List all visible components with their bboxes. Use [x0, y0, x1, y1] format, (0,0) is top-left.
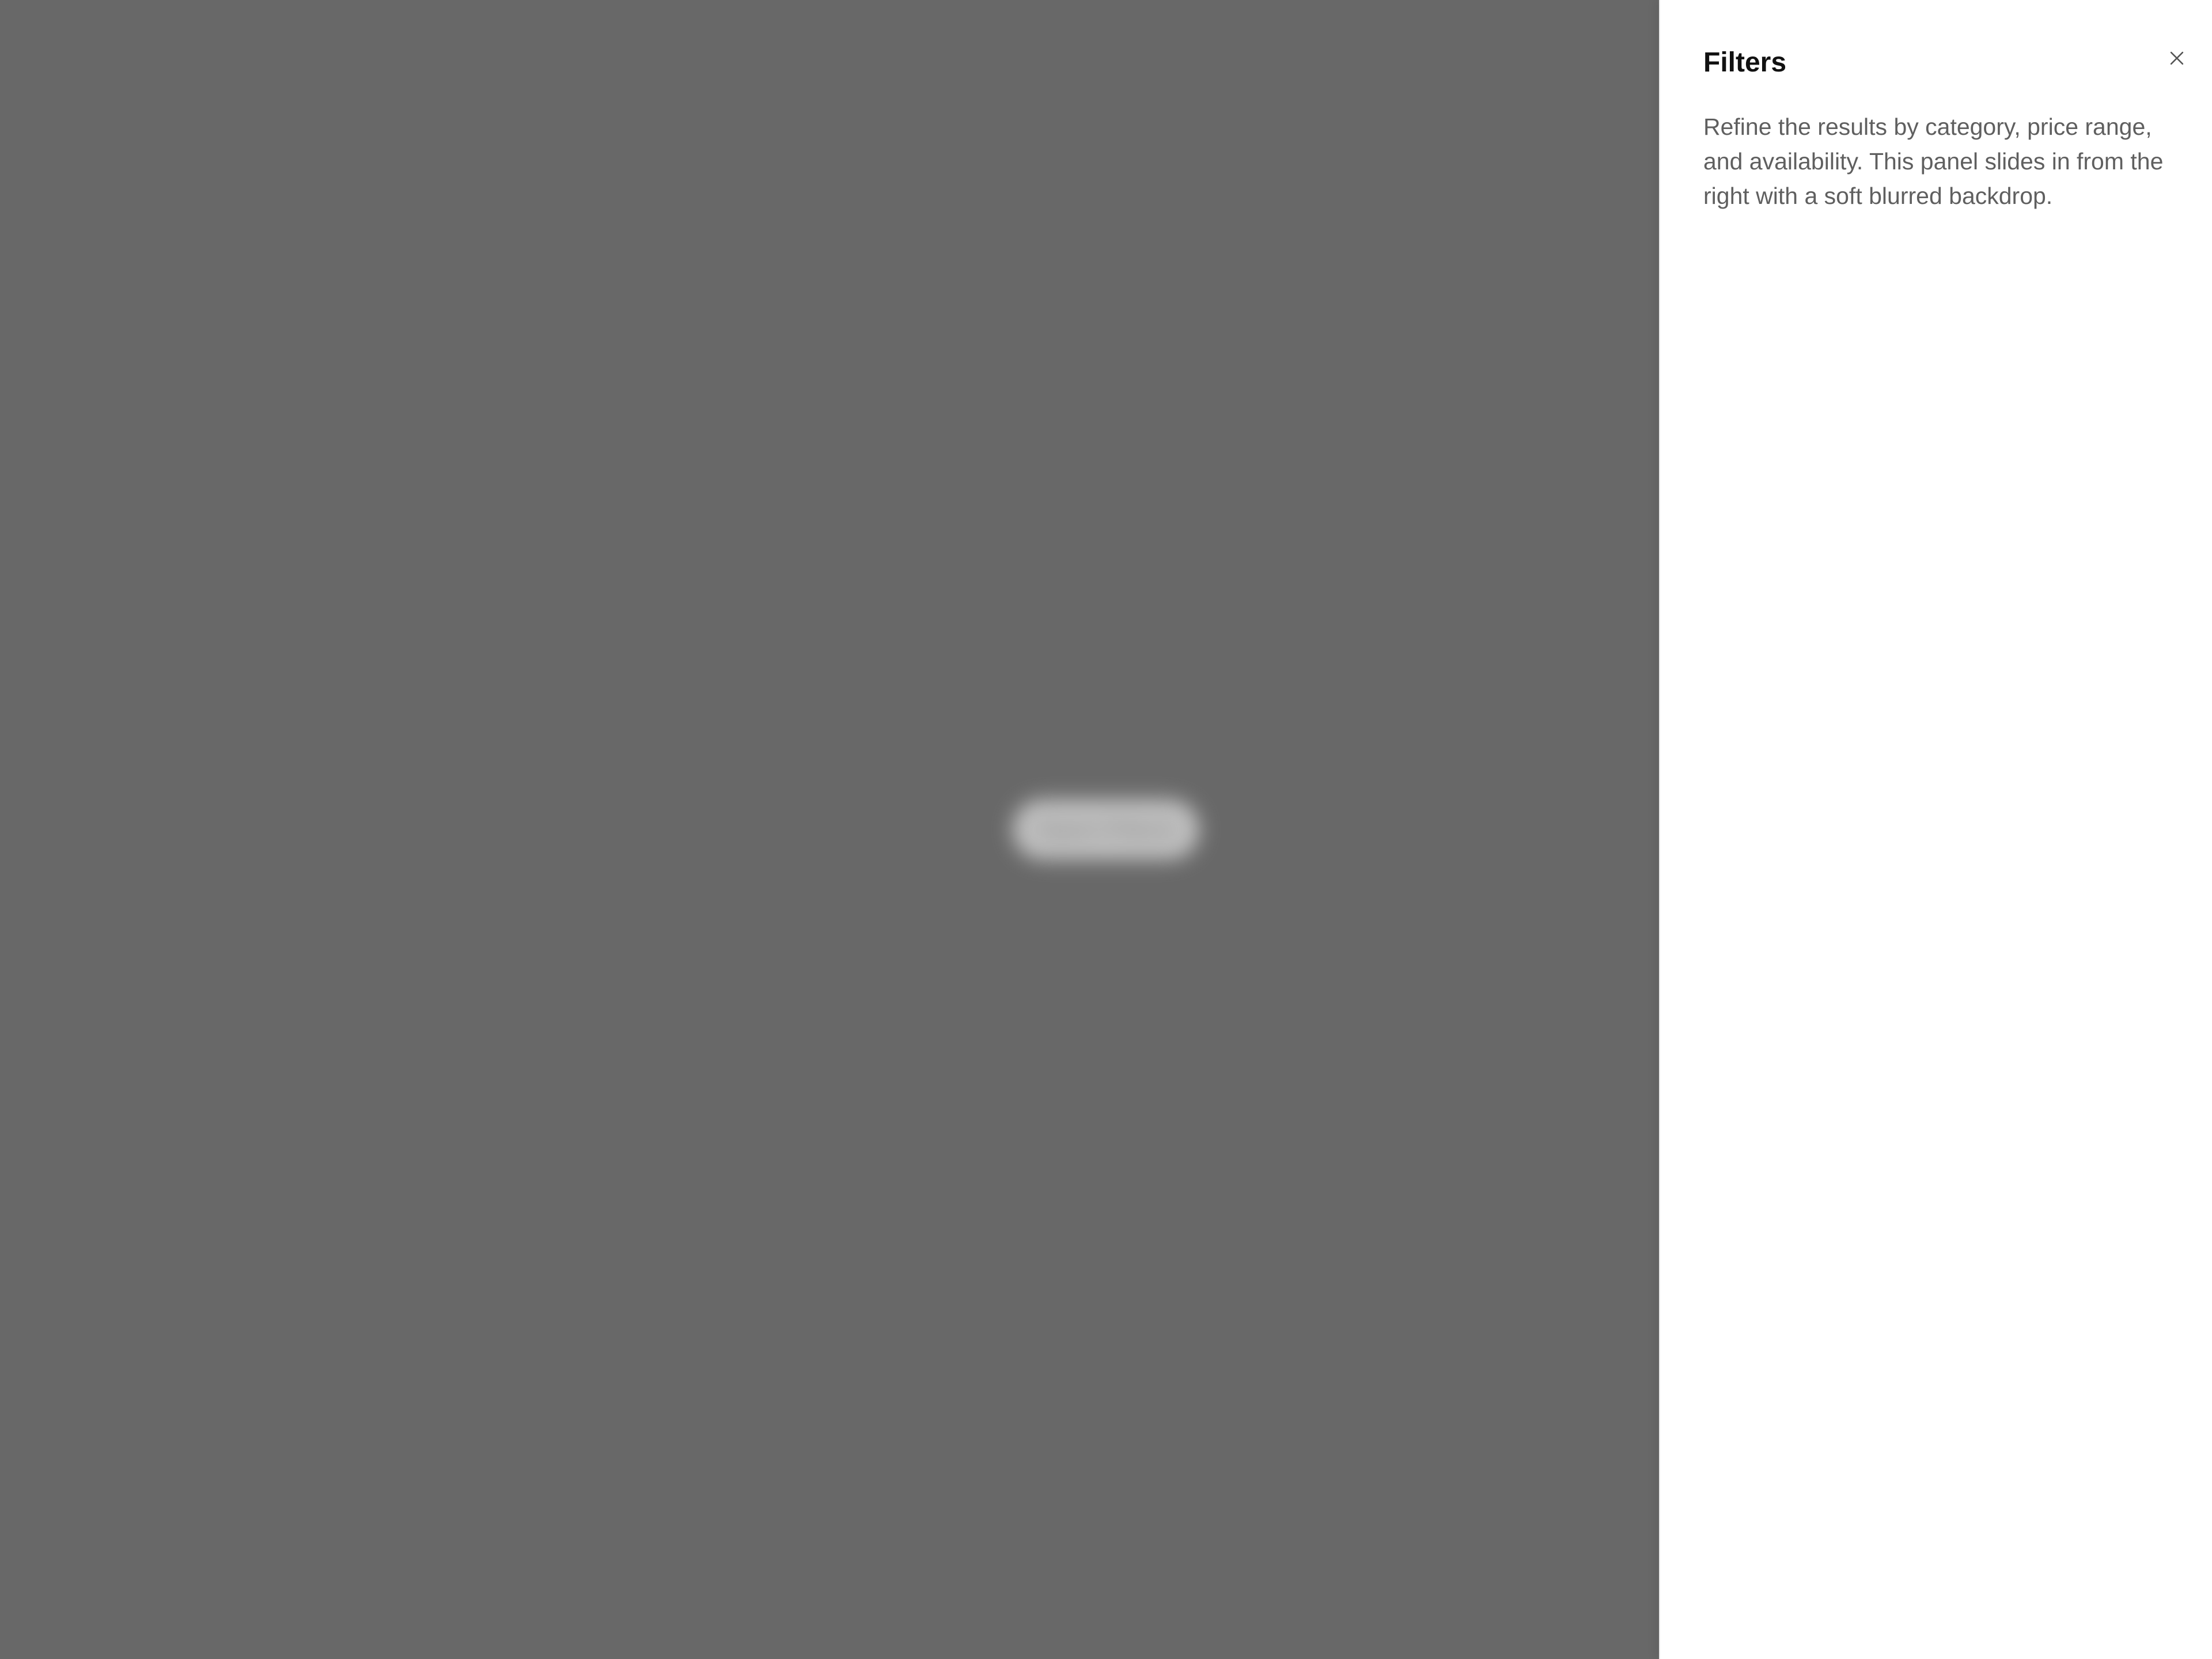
blurred-backdrop[interactable]: Open Filters — [0, 0, 1659, 1659]
filters-panel: Filters Refine the results by category, … — [1659, 0, 2212, 1659]
blurred-open-filters-button: Open Filters — [1014, 801, 1198, 858]
close-icon — [2170, 51, 2184, 65]
blurred-button-label: Open Filters — [1039, 816, 1173, 842]
app-screen: Open Filters Filters Refine the results … — [0, 0, 2212, 1659]
panel-description: Refine the results by category, price ra… — [1703, 113, 2164, 209]
close-panel-button[interactable] — [2159, 40, 2195, 76]
panel-title: Filters — [1703, 47, 1787, 78]
